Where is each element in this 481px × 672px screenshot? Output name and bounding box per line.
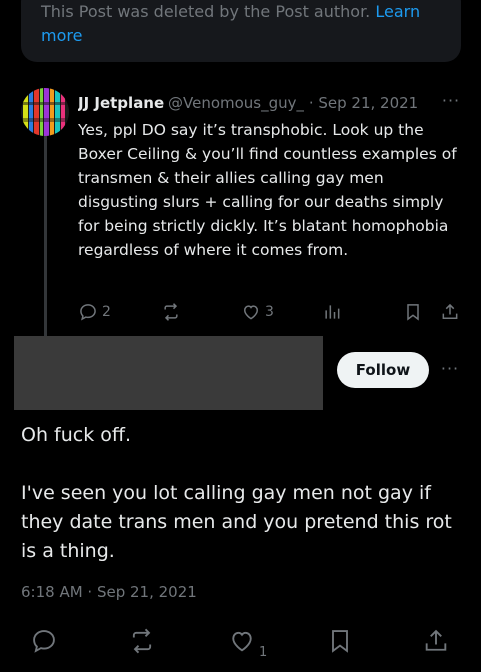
follow-button[interactable]: Follow <box>337 352 429 388</box>
post-paragraph: Oh fuck off. <box>21 424 132 446</box>
post-more-icon[interactable]: ··· <box>438 360 462 380</box>
like-button[interactable]: 3 <box>241 300 274 324</box>
bookmark-icon <box>332 630 348 653</box>
bottom-share-button[interactable] <box>422 627 454 659</box>
share-button[interactable] <box>440 300 460 324</box>
avatar[interactable] <box>21 88 69 136</box>
main-post-text: Oh fuck off. I've seen you lot calling g… <box>21 421 461 566</box>
like-count: 3 <box>265 304 274 320</box>
bookmark-button[interactable] <box>403 300 423 324</box>
deleted-notice-text: This Post was deleted by the Post author… <box>41 2 376 21</box>
bottom-like-button[interactable] <box>228 627 260 659</box>
bookmark-icon <box>407 304 419 321</box>
reply-icon <box>80 304 96 321</box>
redacted-author-block <box>14 336 323 410</box>
reply-header: JJ Jetplane @Venomous_guy_ · Sep 21, 2021 <box>78 92 468 114</box>
bottom-repost-button[interactable] <box>128 627 160 659</box>
repost-icon <box>132 628 152 654</box>
like-icon <box>232 631 252 652</box>
deleted-post-notice: This Post was deleted by the Post author… <box>21 0 461 62</box>
views-icon <box>325 305 340 319</box>
reply-count: 2 <box>102 304 111 320</box>
reply-icon <box>33 630 55 653</box>
repost-icon <box>164 303 178 321</box>
repost-button[interactable] <box>161 300 185 324</box>
bottom-bookmark-button[interactable] <box>326 627 358 659</box>
share-icon <box>442 303 458 319</box>
avatar-image <box>21 88 69 136</box>
reply-date[interactable]: Sep 21, 2021 <box>318 94 418 112</box>
like-icon <box>243 305 259 320</box>
post-timestamp[interactable]: 6:18 AM · Sep 21, 2021 <box>21 581 197 603</box>
post-paragraph: I've seen you lot calling gay men not ga… <box>21 482 452 562</box>
thread-connector-line <box>44 128 47 336</box>
share-icon <box>425 629 447 651</box>
user-handle[interactable]: @Venomous_guy_ <box>168 92 304 114</box>
views-button[interactable] <box>322 300 342 324</box>
bottom-like-count: 1 <box>259 645 268 660</box>
separator-dot: · <box>308 94 314 112</box>
display-name[interactable]: JJ Jetplane <box>78 92 164 114</box>
reply-button[interactable]: 2 <box>78 300 111 324</box>
bottom-reply-button[interactable] <box>30 627 62 659</box>
reply-more-icon[interactable]: ··· <box>440 92 462 114</box>
reply-text: Yes, ppl DO say it’s transphobic. Look u… <box>78 121 457 259</box>
post-action-bar: 1 <box>0 615 481 672</box>
